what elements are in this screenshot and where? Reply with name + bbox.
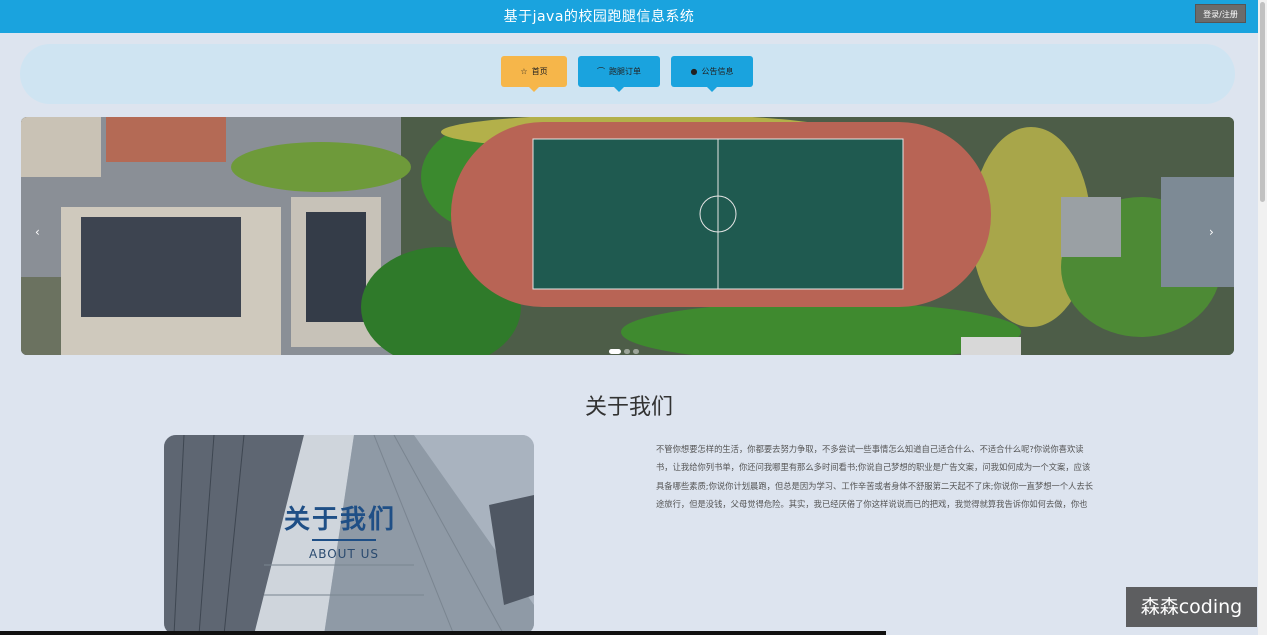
- scrollbar-thumb[interactable]: [1260, 2, 1265, 202]
- nav-home-label: 首页: [531, 67, 548, 76]
- carousel-dot[interactable]: [633, 349, 639, 354]
- site-title: 基于java的校园跑腿信息系统: [503, 9, 695, 25]
- nav-order-label: 跑腿订单: [609, 67, 641, 76]
- about-image-title: 关于我们: [284, 505, 397, 535]
- bottom-edge: [0, 631, 886, 635]
- nav-pointer: [707, 87, 717, 92]
- nav-home-button[interactable]: ☆ 首页: [501, 56, 567, 92]
- watermark: 森森coding: [1126, 587, 1257, 627]
- banner-prev-arrow[interactable]: ‹: [35, 225, 40, 239]
- banner-next-arrow[interactable]: ›: [1209, 225, 1214, 239]
- about-image-subtitle: ABOUT US: [309, 547, 380, 561]
- about-paragraph: 不管你想要怎样的生活，你都要去努力争取，不多尝试一些事情怎么知道自己适合什么、不…: [656, 444, 1094, 510]
- about-section: 关于我们 关于我们 ABOUT US 不管你想要怎样的生活，你都要去努力争取，不…: [0, 367, 1258, 635]
- title-underline: [312, 539, 376, 541]
- nav-notice-button[interactable]: ● 公告信息: [671, 56, 753, 92]
- login-register-button[interactable]: 登录/注册: [1195, 4, 1246, 23]
- circle-icon: ●: [690, 67, 698, 76]
- text-fade-overlay: [886, 510, 1046, 536]
- nav-pointer: [529, 87, 539, 92]
- bell-icon: ⌒: [597, 67, 605, 76]
- banner-carousel[interactable]: ‹ ›: [21, 117, 1234, 355]
- about-heading: 关于我们: [584, 395, 673, 420]
- main-nav: ☆ 首页 ⌒ 跑腿订单 ● 公告信息: [20, 44, 1235, 104]
- carousel-indicators: [609, 339, 642, 355]
- about-image: 关于我们 ABOUT US: [164, 435, 534, 635]
- carousel-dot[interactable]: [609, 349, 621, 354]
- star-icon: ☆: [520, 67, 528, 76]
- top-header-bar: 基于java的校园跑腿信息系统 登录/注册: [0, 0, 1258, 33]
- campus-aerial-photo: [21, 117, 1234, 355]
- carousel-dot[interactable]: [624, 349, 630, 354]
- nav-order-button[interactable]: ⌒ 跑腿订单: [578, 56, 660, 92]
- nav-notice-label: 公告信息: [701, 67, 734, 76]
- nav-pointer: [614, 87, 624, 92]
